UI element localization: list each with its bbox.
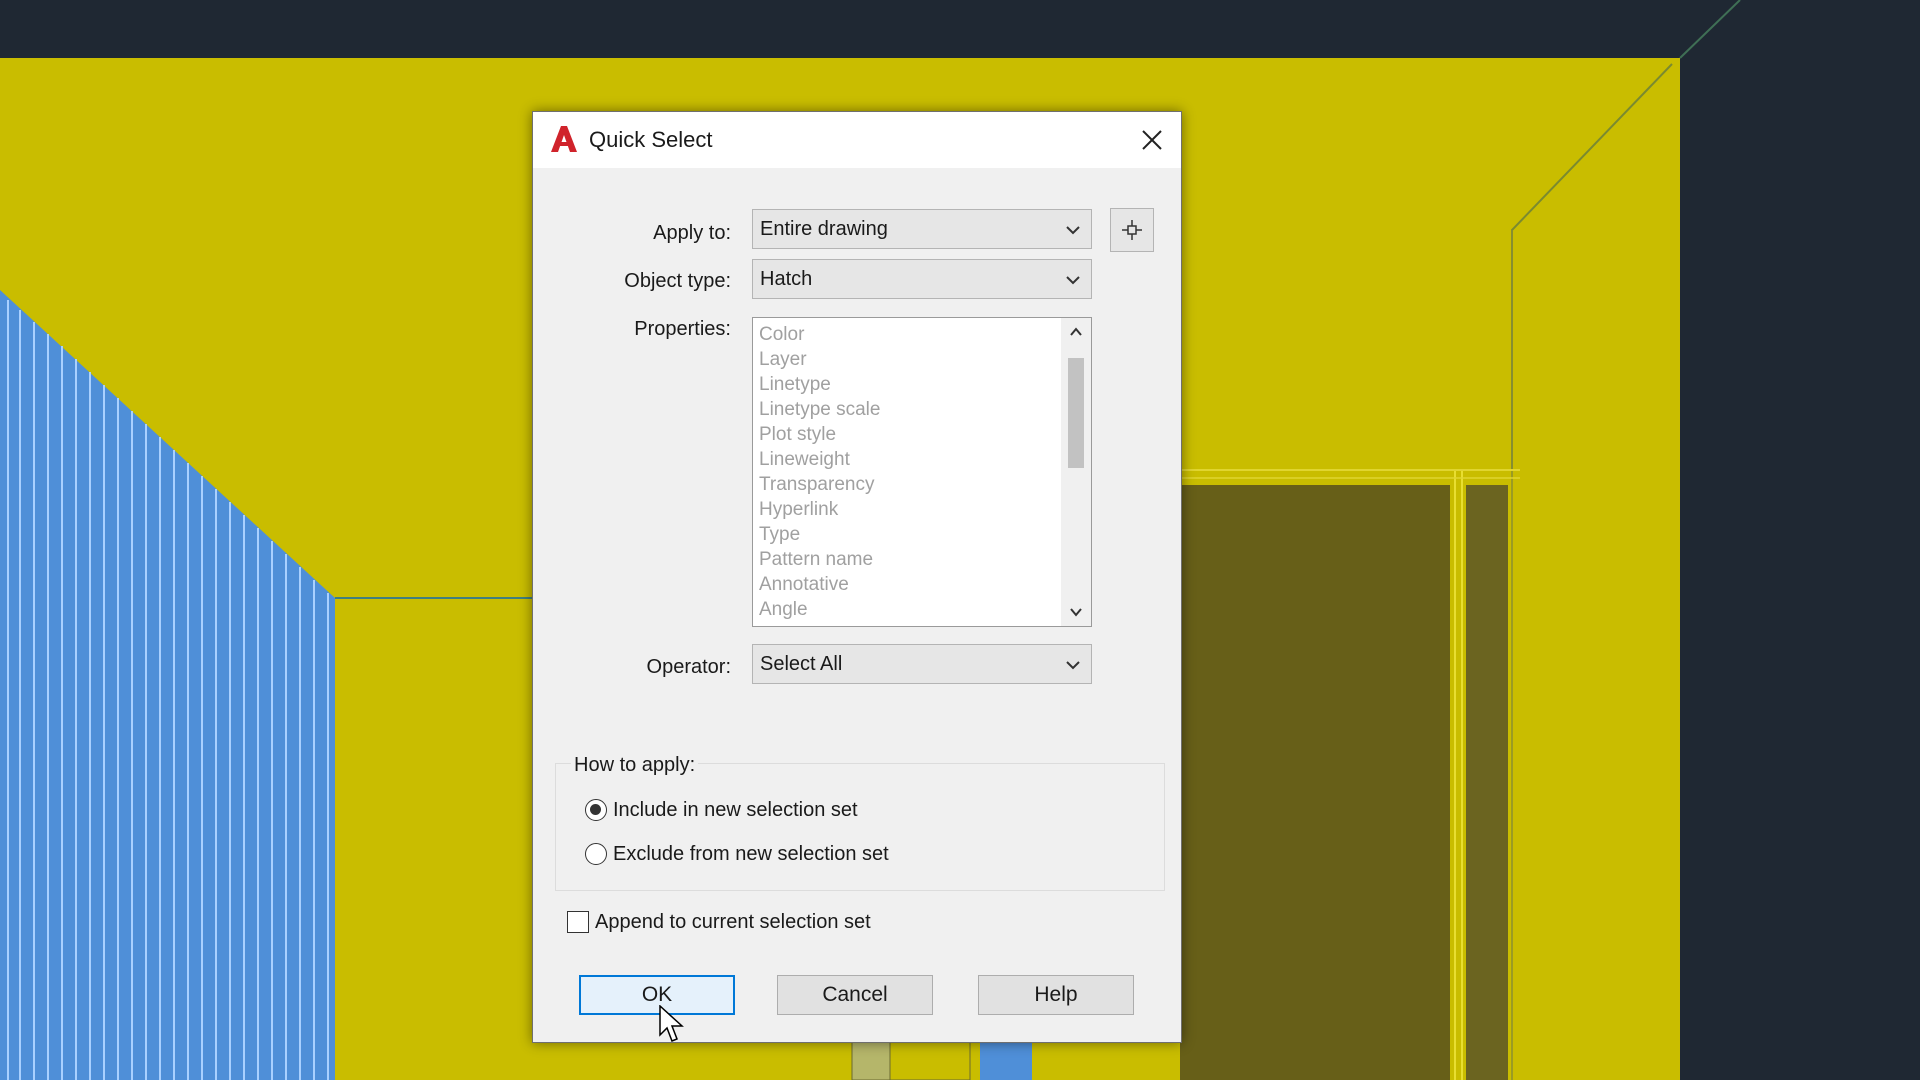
title-bar[interactable]: Quick Select — [533, 112, 1181, 168]
list-item[interactable]: Annotative — [753, 572, 1063, 597]
scroll-up-button[interactable] — [1061, 318, 1091, 346]
list-item[interactable]: Transparency — [753, 472, 1063, 497]
close-icon — [1142, 130, 1162, 150]
chevron-down-icon — [1066, 276, 1080, 285]
exclude-radio-label: Exclude from new selection set — [613, 842, 889, 865]
hatch-detail — [889, 1041, 971, 1080]
chevron-up-icon — [1070, 327, 1082, 336]
list-item[interactable]: Angle — [753, 597, 1063, 622]
object-type-value: Hatch — [760, 268, 813, 290]
list-item[interactable]: Layer — [753, 347, 1063, 372]
include-radio-option[interactable]: Include in new selection set — [585, 796, 858, 824]
list-item[interactable]: Hyperlink — [753, 497, 1063, 522]
include-radio[interactable] — [585, 799, 607, 821]
list-item[interactable]: Linetype — [753, 372, 1063, 397]
list-item[interactable]: Plot style — [753, 422, 1063, 447]
chevron-down-icon — [1070, 608, 1082, 617]
properties-scrollbar[interactable] — [1061, 318, 1091, 626]
apply-to-value: Entire drawing — [760, 218, 888, 240]
operator-label: Operator: — [646, 656, 731, 678]
list-item[interactable]: Color — [753, 322, 1063, 347]
ok-button[interactable]: OK — [579, 975, 735, 1015]
hatch-detail — [851, 1041, 891, 1080]
include-radio-label: Include in new selection set — [613, 798, 858, 821]
exclude-radio[interactable] — [585, 843, 607, 865]
append-checkbox-label: Append to current selection set — [595, 910, 871, 933]
operator-value: Select All — [760, 653, 843, 675]
list-item[interactable]: Lineweight — [753, 447, 1063, 472]
list-item[interactable]: Pattern name — [753, 547, 1063, 572]
autocad-logo-icon — [551, 126, 577, 152]
hatch-detail — [980, 1042, 1032, 1080]
hatch-dark-region — [1466, 485, 1508, 1080]
object-type-label: Object type: — [624, 270, 731, 292]
select-objects-button[interactable] — [1110, 208, 1154, 252]
help-button[interactable]: Help — [978, 975, 1134, 1015]
cancel-button[interactable]: Cancel — [777, 975, 933, 1015]
mouse-pointer-icon — [659, 1005, 684, 1042]
append-checkbox-option[interactable]: Append to current selection set — [567, 908, 871, 936]
quick-select-dialog: Quick Select Apply to: Entire drawing Ob… — [532, 111, 1182, 1043]
list-item[interactable]: Type — [753, 522, 1063, 547]
list-item[interactable]: Linetype scale — [753, 397, 1063, 422]
select-objects-crosshair-icon — [1122, 220, 1142, 240]
hatch-dark-region — [1180, 485, 1450, 1080]
scroll-down-button[interactable] — [1061, 598, 1091, 626]
apply-to-label: Apply to: — [653, 222, 731, 244]
operator-dropdown[interactable]: Select All — [752, 644, 1092, 684]
how-to-apply-title: How to apply: — [571, 754, 699, 777]
chevron-down-icon — [1066, 226, 1080, 235]
apply-to-dropdown[interactable]: Entire drawing — [752, 209, 1092, 249]
close-button[interactable] — [1123, 112, 1181, 168]
object-type-dropdown[interactable]: Hatch — [752, 259, 1092, 299]
scrollbar-thumb[interactable] — [1068, 358, 1084, 468]
append-checkbox[interactable] — [567, 911, 589, 933]
properties-label: Properties: — [634, 318, 731, 340]
exclude-radio-option[interactable]: Exclude from new selection set — [585, 840, 889, 868]
properties-listbox[interactable]: Color Layer Linetype Linetype scale Plot… — [752, 317, 1092, 627]
how-to-apply-group — [555, 763, 1165, 891]
dialog-title: Quick Select — [589, 127, 713, 152]
chevron-down-icon — [1066, 661, 1080, 670]
